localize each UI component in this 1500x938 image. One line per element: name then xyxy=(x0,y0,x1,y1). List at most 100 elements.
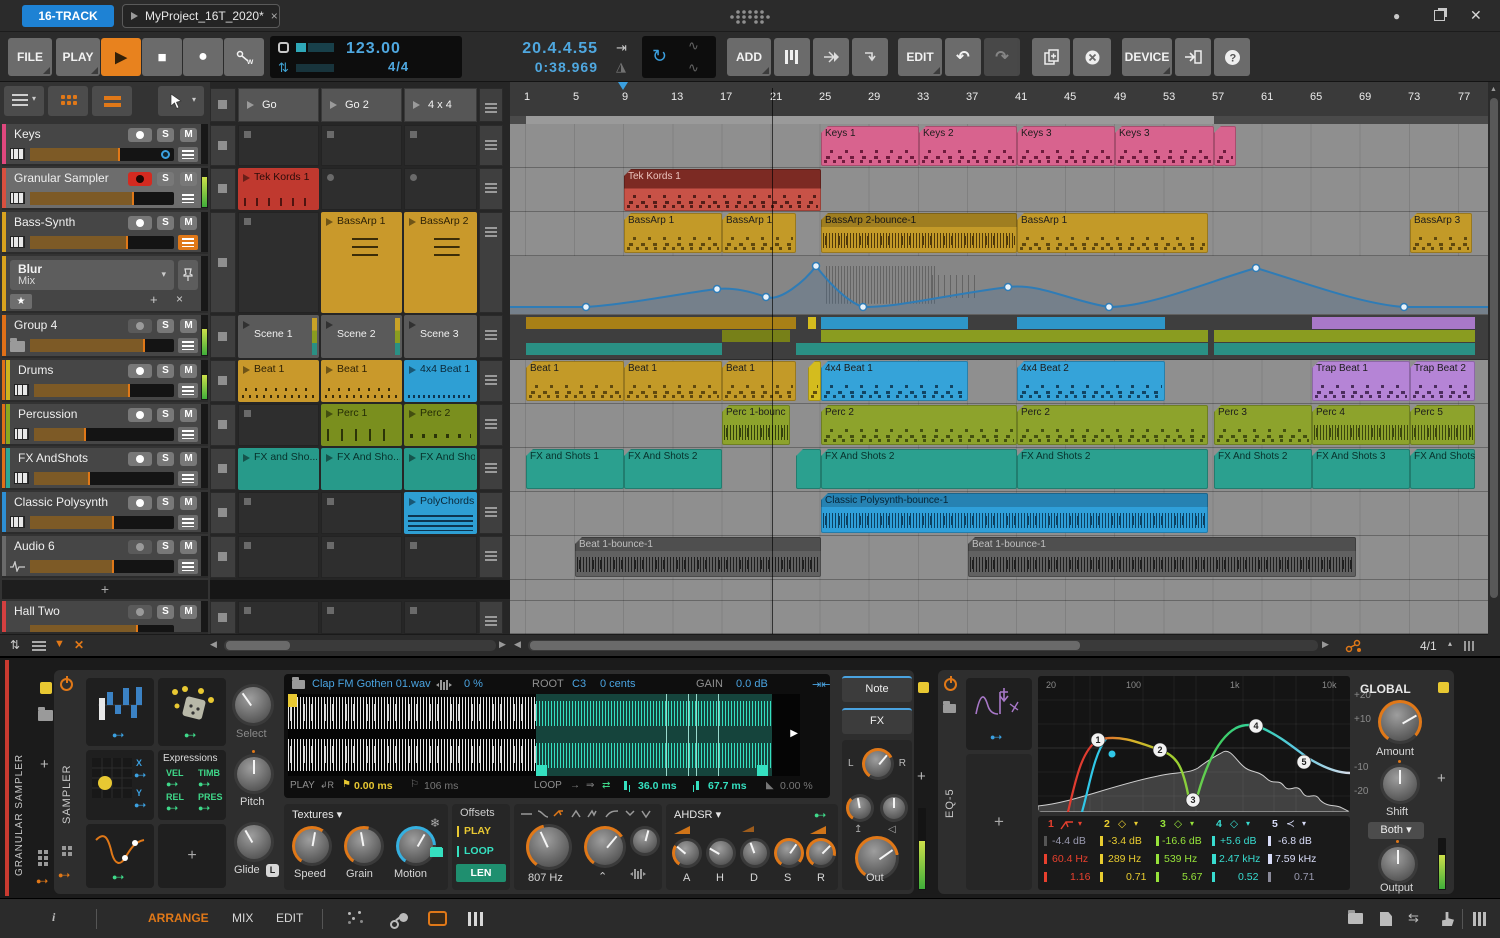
band-gain[interactable]: +5.6 dB xyxy=(1220,835,1257,847)
overdub-button[interactable]: w xyxy=(224,38,264,76)
volume-slider[interactable] xyxy=(30,192,174,205)
offset-play[interactable]: PLAY xyxy=(464,825,491,837)
scroll-follow-button[interactable] xyxy=(852,38,888,76)
arm-button[interactable] xyxy=(128,128,152,142)
chevron-down-icon[interactable]: ▾ xyxy=(1302,819,1306,828)
decay-knob[interactable] xyxy=(740,838,770,868)
duplicate-button[interactable] xyxy=(1032,38,1070,76)
arranger-clip[interactable]: Trap Beat 1 xyxy=(1312,361,1410,401)
stop-button[interactable]: ■ xyxy=(142,38,182,76)
arm-button[interactable] xyxy=(128,496,152,510)
mute-button[interactable]: M xyxy=(180,319,197,333)
device-grid-icon[interactable] xyxy=(62,846,66,850)
clip-slot[interactable] xyxy=(238,125,319,166)
band-q[interactable]: 1.16 xyxy=(1070,871,1090,883)
launcher-clip[interactable]: Scene 3 xyxy=(404,315,477,358)
launcher-clip[interactable]: 4x4 Beat 1 xyxy=(404,360,477,402)
track-name[interactable]: Classic Polysynth xyxy=(14,495,108,509)
motion-knob[interactable] xyxy=(396,826,436,866)
arm-button[interactable] xyxy=(128,216,152,230)
track-display-mode-button[interactable]: ▾ xyxy=(4,86,44,116)
keyboard-icon[interactable] xyxy=(1472,911,1488,927)
track-row-keys[interactable]: Keys S M xyxy=(2,124,208,166)
loop-start-value[interactable]: 36.0 ms xyxy=(638,780,677,792)
launcher-clip[interactable]: PolyChords xyxy=(404,492,477,534)
root-note-value[interactable]: C3 xyxy=(572,678,586,690)
mod-icon[interactable] xyxy=(198,803,209,814)
launcher-scroll-right[interactable]: ▶ xyxy=(499,639,506,650)
automation-curve[interactable] xyxy=(510,256,1488,314)
band-number[interactable]: 1 xyxy=(1048,818,1054,830)
track-stop-button[interactable] xyxy=(210,536,236,578)
track-row-percussion[interactable]: Percussion S M xyxy=(2,404,208,446)
solo-button[interactable]: S xyxy=(157,172,174,186)
arranger-clip[interactable]: 4x4 Beat 1 xyxy=(821,361,968,401)
launcher-clip[interactable]: Beat 1 xyxy=(238,360,319,402)
pan-knob[interactable] xyxy=(862,748,894,780)
insert-device-button[interactable] xyxy=(1175,38,1211,76)
arranger-clip[interactable]: BassArp 2-bounce-1 xyxy=(821,213,1017,253)
track-menu-button[interactable] xyxy=(178,147,198,162)
track-row-drums[interactable]: Drums S M xyxy=(2,360,208,402)
clip-slot[interactable] xyxy=(321,536,402,578)
modulator-random[interactable] xyxy=(158,678,226,746)
band-number[interactable]: 5 xyxy=(1272,818,1278,830)
row-options-button[interactable] xyxy=(479,168,503,210)
track-stop-button[interactable] xyxy=(210,212,236,313)
track-name[interactable]: Drums xyxy=(18,363,53,377)
device-activator[interactable] xyxy=(918,682,929,693)
amount-knob[interactable] xyxy=(1378,700,1422,744)
arm-button[interactable] xyxy=(128,408,152,422)
crossfade-dot-icon[interactable] xyxy=(161,150,170,159)
sample-play-button[interactable]: ▶ xyxy=(790,728,798,739)
band-number[interactable]: 3 xyxy=(1160,818,1166,830)
band-q[interactable]: 5.67 xyxy=(1182,871,1202,883)
grain-knob[interactable] xyxy=(344,826,384,866)
track-row-group-4[interactable]: Group 4 S M xyxy=(2,315,208,358)
play-start-marker[interactable] xyxy=(288,694,297,707)
piano-view-button[interactable] xyxy=(774,38,810,76)
volume-slider[interactable] xyxy=(34,428,174,441)
modulator-curve[interactable] xyxy=(86,824,154,888)
band-freq[interactable]: 60.4 Hz xyxy=(1052,853,1088,865)
arranger-clip[interactable]: FX And Shots 3 xyxy=(1312,449,1410,489)
record-button[interactable]: ● xyxy=(183,38,223,76)
sustain-knob[interactable] xyxy=(774,838,804,868)
mod-y-icon[interactable] xyxy=(134,800,145,811)
band-gain[interactable]: -4.4 dB xyxy=(1052,835,1086,847)
fx-chain-button[interactable]: FX xyxy=(842,708,912,734)
arranger-lane-hall[interactable] xyxy=(510,601,1488,634)
row-options-button[interactable] xyxy=(479,360,503,402)
arranger-clip[interactable]: Perc 4 xyxy=(1312,405,1410,445)
scene-header[interactable]: 4 x 4 xyxy=(404,88,477,122)
launcher-clip[interactable]: BassArp 2 xyxy=(404,212,477,313)
row-options-button[interactable] xyxy=(479,212,503,313)
env-mod-icon[interactable] xyxy=(814,810,825,821)
chevron-down-icon[interactable]: ▾ xyxy=(1078,819,1082,828)
launcher-scrollbar[interactable] xyxy=(224,640,496,651)
clip-slot[interactable] xyxy=(404,168,477,210)
scene-header[interactable]: Go xyxy=(238,88,319,122)
automation-follow-icon[interactable]: ∿ xyxy=(688,60,699,76)
track-menu-button[interactable] xyxy=(178,427,198,442)
zoom-level-value[interactable]: 4/1 xyxy=(1420,639,1437,653)
arranger-clip[interactable]: Beat 1 xyxy=(624,361,722,401)
add-device-button[interactable]: + xyxy=(1437,770,1446,787)
punch-in-icon[interactable]: ⇥ xyxy=(616,40,627,56)
edit-menu-button[interactable]: EDIT xyxy=(898,38,942,76)
arranger-clip[interactable]: Perc 2 xyxy=(821,405,1017,445)
arranger-clip[interactable]: Perc 5 xyxy=(1410,405,1475,445)
velocity-depth-knob[interactable] xyxy=(846,794,874,822)
volume-slider[interactable] xyxy=(30,625,174,632)
arranger-clip[interactable]: BassArp 3 xyxy=(1410,213,1472,253)
track-name[interactable]: Audio 6 xyxy=(14,539,55,553)
mute-button[interactable]: M xyxy=(180,496,197,510)
mute-button[interactable]: M xyxy=(180,364,197,378)
clip-slot[interactable] xyxy=(238,601,319,634)
device-power-icon[interactable] xyxy=(60,678,73,691)
chevron-down-icon[interactable]: ▾ xyxy=(1246,819,1250,828)
arranger-scroll-right[interactable]: ▶ xyxy=(1322,639,1329,650)
autofit-icon[interactable]: ⇥⇤ xyxy=(812,678,830,691)
track-stop-button[interactable] xyxy=(210,404,236,446)
volume-slider[interactable] xyxy=(30,516,174,529)
